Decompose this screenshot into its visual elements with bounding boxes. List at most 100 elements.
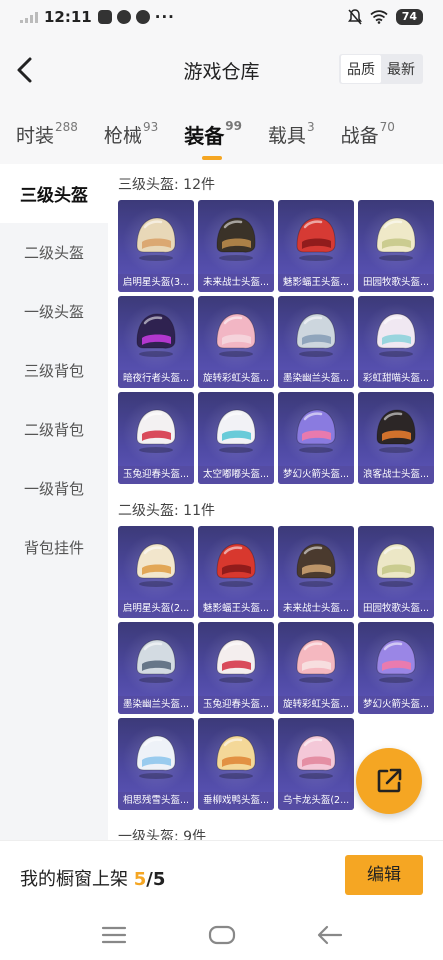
section-title: 二级头盔: 11件 bbox=[118, 503, 215, 519]
helmet-icon bbox=[296, 217, 336, 261]
helmet-card[interactable]: 垂柳戏鸭头盔... bbox=[198, 718, 274, 810]
tab-label: 枪械 bbox=[103, 124, 142, 147]
helmet-card[interactable]: 乌卡龙头盔(2... bbox=[278, 718, 354, 810]
sidebar-item-level2-helmet[interactable]: 二级头盔 bbox=[0, 223, 108, 282]
helmet-card[interactable]: 浪客战士头盔... bbox=[358, 392, 434, 484]
sidebar-item-level2-backpack[interactable]: 二级背包 bbox=[0, 400, 108, 459]
helmet-icon bbox=[216, 543, 256, 587]
item-grid: 启明星头盔(3... 未来战士头盔... 魅影蝠王头盔... 田园牧歌头盔... 暗夜行… bbox=[108, 200, 443, 484]
showcase-separator: / bbox=[146, 869, 153, 890]
tab-count: 99 bbox=[225, 118, 242, 133]
item-list[interactable]: 三级头盔: 12件 启明星头盔(3... 未来战士头盔... 魅影蝠王头盔... 田园… bbox=[108, 164, 443, 840]
tab-count: 3 bbox=[306, 119, 315, 134]
helmet-card[interactable]: 相思残雪头盔... bbox=[118, 718, 194, 810]
tab-label: 战备 bbox=[340, 124, 379, 147]
sidebar-item-backpack-charm[interactable]: 背包挂件 bbox=[0, 518, 108, 577]
sort-by-quality[interactable]: 品质 bbox=[341, 55, 381, 83]
sidebar-item-level3-backpack[interactable]: 三级背包 bbox=[0, 341, 108, 400]
back-nav-icon[interactable] bbox=[317, 924, 343, 946]
helmet-name: 启明星头盔(3... bbox=[118, 274, 194, 292]
helmet-name: 玉兔迎春头盔... bbox=[118, 466, 194, 484]
helmet-name: 太空嘟嘟头盔... bbox=[198, 466, 274, 484]
helmet-card[interactable]: 启明星头盔(2... bbox=[118, 526, 194, 618]
helmet-card[interactable]: 梦幻火箭头盔... bbox=[358, 622, 434, 714]
tab-vehicles[interactable]: 载具3 bbox=[268, 119, 315, 148]
app-root: 12:11 ··· 74 游戏仓库 品质 最新 时装288 枪械93 装备99 … bbox=[0, 0, 443, 960]
helmet-card[interactable]: 启明星头盔(3... bbox=[118, 200, 194, 292]
showcase-status: 我的橱窗上架 5/5 bbox=[20, 865, 165, 891]
menu-icon[interactable] bbox=[101, 925, 127, 945]
helmet-icon bbox=[216, 409, 256, 453]
helmet-card[interactable]: 田园牧歌头盔... bbox=[358, 526, 434, 618]
helmet-card[interactable]: 田园牧歌头盔... bbox=[358, 200, 434, 292]
system-nav-bar bbox=[0, 910, 443, 960]
sidebar-item-level3-helmet[interactable]: 三级头盔 bbox=[0, 164, 108, 223]
tab-supplies[interactable]: 战备70 bbox=[340, 119, 395, 148]
tab-label: 装备 bbox=[184, 123, 225, 148]
section-title: 一级头盔: 9件 bbox=[118, 829, 207, 840]
tab-count: 93 bbox=[142, 119, 159, 134]
showcase-bar: 我的橱窗上架 5/5 编辑 bbox=[0, 840, 443, 910]
more-notifications: ··· bbox=[154, 8, 175, 26]
helmet-icon bbox=[136, 735, 176, 779]
helmet-name: 未来战士头盔... bbox=[278, 600, 354, 618]
tab-guns[interactable]: 枪械93 bbox=[103, 119, 159, 148]
helmet-card[interactable]: 旋转彩虹头盔... bbox=[278, 622, 354, 714]
helmet-icon bbox=[216, 735, 256, 779]
helmet-icon bbox=[216, 217, 256, 261]
helmet-name: 旋转彩虹头盔... bbox=[278, 696, 354, 714]
helmet-name: 彩虹甜喵头盔... bbox=[358, 370, 434, 388]
helmet-name: 魅影蝠王头盔... bbox=[198, 600, 274, 618]
showcase-total-count: 5 bbox=[152, 869, 166, 890]
helmet-icon bbox=[296, 543, 336, 587]
edit-button[interactable]: 编辑 bbox=[345, 855, 423, 895]
sort-by-latest[interactable]: 最新 bbox=[381, 55, 421, 83]
helmet-icon bbox=[296, 409, 336, 453]
helmet-card[interactable]: 玉兔迎春头盔... bbox=[198, 622, 274, 714]
helmet-card[interactable]: 梦幻火箭头盔... bbox=[278, 392, 354, 484]
helmet-icon bbox=[216, 639, 256, 683]
header: 游戏仓库 品质 最新 bbox=[0, 34, 443, 104]
sort-toggle: 品质 最新 bbox=[339, 54, 423, 84]
helmet-name: 墨染幽兰头盔... bbox=[278, 370, 354, 388]
helmet-card[interactable]: 彩虹甜喵头盔... bbox=[358, 296, 434, 388]
helmet-icon bbox=[296, 639, 336, 683]
wifi-icon bbox=[370, 10, 388, 24]
helmet-icon bbox=[216, 313, 256, 357]
status-time: 12:11 bbox=[44, 8, 92, 26]
helmet-name: 梦幻火箭头盔... bbox=[278, 466, 354, 484]
helmet-icon bbox=[376, 409, 416, 453]
helmet-card[interactable]: 玉兔迎春头盔... bbox=[118, 392, 194, 484]
helmet-name: 未来战士头盔... bbox=[198, 274, 274, 292]
helmet-card[interactable]: 墨染幽兰头盔... bbox=[278, 296, 354, 388]
home-icon[interactable] bbox=[208, 924, 236, 946]
tab-equipment[interactable]: 装备99 bbox=[184, 118, 242, 160]
mute-icon bbox=[347, 9, 362, 25]
sidebar-item-level1-helmet[interactable]: 一级头盔 bbox=[0, 282, 108, 341]
helmet-card[interactable]: 未来战士头盔... bbox=[198, 200, 274, 292]
helmet-card[interactable]: 旋转彩虹头盔... bbox=[198, 296, 274, 388]
helmet-icon bbox=[376, 313, 416, 357]
helmet-card[interactable]: 墨染幽兰头盔... bbox=[118, 622, 194, 714]
tab-fashion[interactable]: 时装288 bbox=[16, 119, 78, 148]
notification-app-icon bbox=[116, 10, 131, 24]
tab-count: 288 bbox=[55, 119, 78, 134]
helmet-icon bbox=[296, 313, 336, 357]
share-button[interactable] bbox=[356, 748, 422, 814]
helmet-card[interactable]: 魅影蝠王头盔... bbox=[278, 200, 354, 292]
helmet-name: 田园牧歌头盔... bbox=[358, 274, 434, 292]
helmet-icon bbox=[136, 639, 176, 683]
helmet-name: 旋转彩虹头盔... bbox=[198, 370, 274, 388]
helmet-card[interactable]: 太空嘟嘟头盔... bbox=[198, 392, 274, 484]
helmet-name: 乌卡龙头盔(2... bbox=[278, 792, 354, 810]
helmet-card[interactable]: 魅影蝠王头盔... bbox=[198, 526, 274, 618]
tab-count: 70 bbox=[379, 119, 395, 134]
helmet-card[interactable]: 未来战士头盔... bbox=[278, 526, 354, 618]
helmet-card[interactable]: 暗夜行者头盔... bbox=[118, 296, 194, 388]
sidebar-item-level1-backpack[interactable]: 一级背包 bbox=[0, 459, 108, 518]
showcase-current-count: 5 bbox=[133, 869, 147, 890]
category-tabs: 时装288 枪械93 装备99 载具3 战备70 bbox=[0, 104, 443, 164]
helmet-name: 相思残雪头盔... bbox=[118, 792, 194, 810]
helmet-icon bbox=[136, 543, 176, 587]
helmet-icon bbox=[136, 313, 176, 357]
